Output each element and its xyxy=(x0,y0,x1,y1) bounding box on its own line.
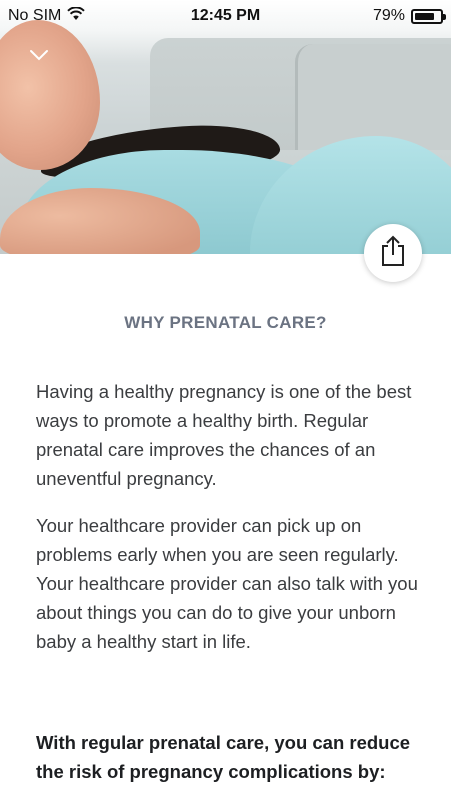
lead-text: With regular prenatal care, you can redu… xyxy=(36,732,411,782)
section-title: WHY PRENATAL CARE? xyxy=(124,313,327,332)
share-button[interactable] xyxy=(364,224,422,282)
paragraph: Having a healthy pregnancy is one of the… xyxy=(36,381,412,489)
status-time: 12:45 PM xyxy=(190,7,261,24)
share-icon xyxy=(379,235,407,272)
battery-icon xyxy=(411,8,446,24)
battery-fill xyxy=(415,12,434,20)
status-bar: No SIM 12:45 PM 79% xyxy=(0,0,451,32)
chevron-down-icon[interactable] xyxy=(28,44,50,66)
article: WHY PRENATAL CARE? Having a healthy preg… xyxy=(0,300,451,782)
hero-image xyxy=(0,0,451,254)
paragraph: Your healthcare provider can pick up on … xyxy=(36,515,418,652)
